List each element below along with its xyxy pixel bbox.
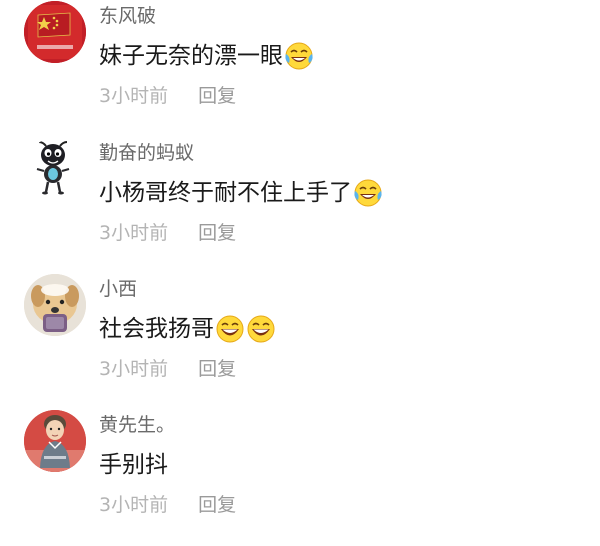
child-photo-avatar-icon [24, 410, 86, 472]
comment-meta: 3小时前 回复 [99, 220, 236, 246]
comment-meta: 3小时前 回复 [99, 492, 236, 518]
timestamp: 3小时前 [99, 494, 169, 516]
cartoon-ant-avatar-icon [24, 138, 86, 200]
comment-text-row: 妹子无奈的漂一眼 [99, 39, 314, 73]
dog-photo-avatar-icon [24, 274, 86, 336]
comment-text: 小杨哥终于耐不住上手了 [99, 180, 352, 206]
comment-text-row: 社会我扬哥 [99, 312, 276, 346]
avatar[interactable] [24, 1, 86, 63]
timestamp: 3小时前 [99, 358, 169, 380]
username[interactable]: 黄先生。 [99, 412, 175, 438]
reply-button[interactable]: 回复 [198, 222, 236, 244]
reply-button[interactable]: 回复 [198, 494, 236, 516]
avatar[interactable] [24, 138, 86, 200]
comment-meta: 3小时前 回复 [99, 83, 236, 109]
flag-avatar-icon [24, 1, 86, 63]
comment-item: 东风破 妹子无奈的漂一眼 3小时前 回复 [0, 1, 600, 137]
comment-item: 黄先生。 手别抖 3小时前 回复 [0, 410, 600, 546]
timestamp: 3小时前 [99, 222, 169, 244]
username[interactable]: 勤奋的蚂蚁 [99, 140, 194, 166]
comment-item: 小西 社会我扬哥 3小时前 回复 [0, 274, 600, 410]
avatar[interactable] [24, 410, 86, 472]
grinning-emoji-icon [247, 315, 275, 343]
laughing-tears-emoji-icon [285, 42, 313, 70]
username[interactable]: 东风破 [99, 3, 156, 29]
comment-text-row: 手别抖 [99, 448, 168, 482]
laughing-tears-emoji-icon [354, 179, 382, 207]
grinning-emoji-icon [216, 315, 244, 343]
reply-button[interactable]: 回复 [198, 85, 236, 107]
comment-text-row: 小杨哥终于耐不住上手了 [99, 176, 383, 210]
avatar[interactable] [24, 274, 86, 336]
comment-item: 勤奋的蚂蚁 小杨哥终于耐不住上手了 3小时前 回复 [0, 138, 600, 274]
reply-button[interactable]: 回复 [198, 358, 236, 380]
comment-meta: 3小时前 回复 [99, 356, 236, 382]
username[interactable]: 小西 [99, 276, 137, 302]
timestamp: 3小时前 [99, 85, 169, 107]
comment-text: 社会我扬哥 [99, 316, 214, 342]
comment-text: 妹子无奈的漂一眼 [99, 43, 283, 69]
comment-text: 手别抖 [99, 452, 168, 478]
